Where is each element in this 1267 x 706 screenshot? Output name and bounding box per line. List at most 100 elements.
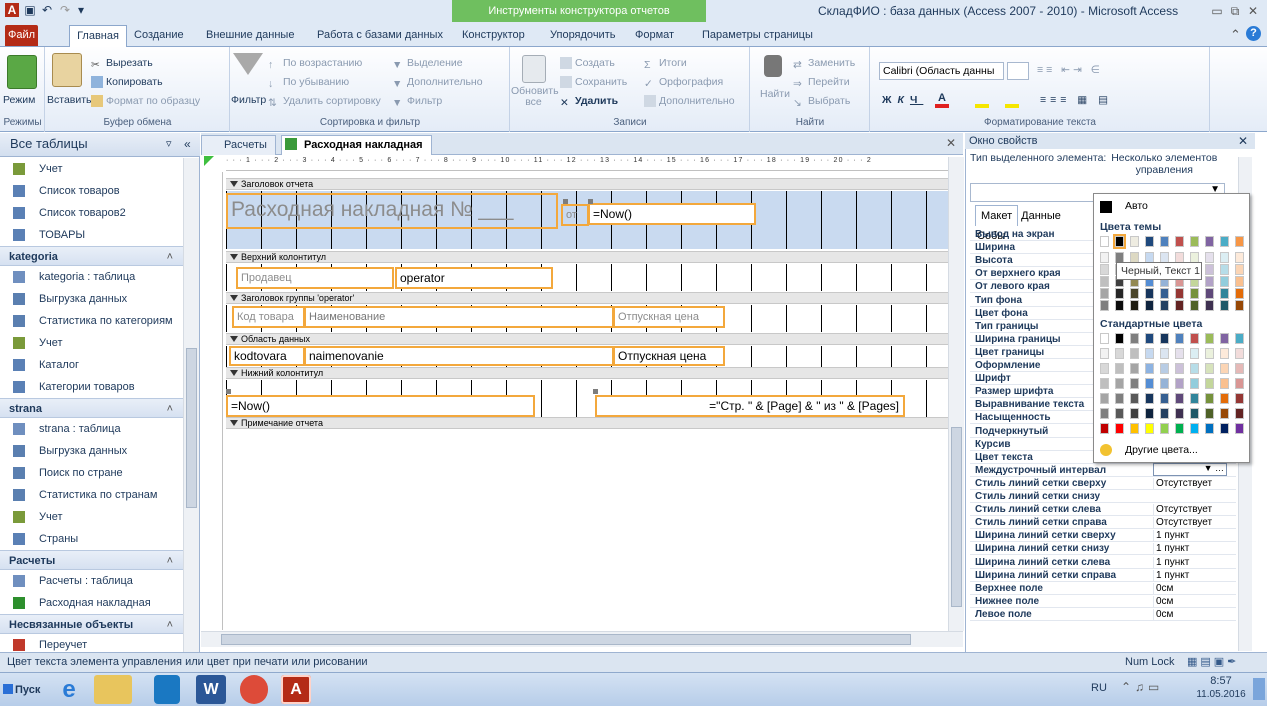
price-field[interactable]: Отпускная цена	[613, 346, 725, 366]
theme-shade-swatch[interactable]	[1130, 300, 1139, 311]
show-desktop-button[interactable]	[1253, 678, 1265, 700]
code-label[interactable]: Код товара	[232, 306, 305, 328]
standard-color-swatch[interactable]	[1235, 363, 1244, 374]
nav-item[interactable]: Учет	[0, 506, 183, 528]
standard-color-swatch[interactable]	[1130, 333, 1139, 344]
standard-color-swatch[interactable]	[1205, 423, 1214, 434]
now-field[interactable]: =Now()	[588, 203, 756, 225]
property-sheet-close-icon[interactable]: ✕	[1238, 133, 1248, 149]
standard-color-swatch[interactable]	[1220, 423, 1229, 434]
standard-color-swatch[interactable]	[1220, 378, 1229, 389]
property-value[interactable]: Отсутствует	[1153, 517, 1236, 530]
view-icon[interactable]	[7, 55, 37, 89]
standard-color-swatch[interactable]	[1130, 393, 1139, 404]
theme-shade-swatch[interactable]	[1220, 300, 1229, 311]
standard-color-swatch[interactable]	[1100, 348, 1109, 359]
nav-group-header[interactable]: kategoria ˄	[0, 246, 183, 266]
help-icon[interactable]: ?	[1246, 26, 1261, 41]
standard-color-swatch[interactable]	[1115, 363, 1124, 374]
selection-button[interactable]: ▼ Выделение	[392, 55, 463, 71]
property-row[interactable]: Стиль линий сетки сверху Отсутствует	[970, 477, 1236, 490]
standard-color-swatch[interactable]	[1160, 393, 1169, 404]
standard-color-swatch[interactable]	[1175, 393, 1184, 404]
select-button[interactable]: ↘ Выбрать	[793, 93, 850, 109]
find-button[interactable]: Найти	[760, 86, 790, 102]
font-size-select[interactable]	[1007, 62, 1029, 80]
standard-color-swatch[interactable]	[1235, 378, 1244, 389]
standard-color-swatch[interactable]	[1190, 363, 1199, 374]
auto-color-label[interactable]: Авто	[1125, 200, 1148, 212]
start-button[interactable]: Пуск	[3, 679, 43, 701]
copy-button[interactable]: Копировать	[91, 74, 163, 90]
standard-color-swatch[interactable]	[1130, 363, 1139, 374]
nav-item[interactable]: kategoria : таблица	[0, 266, 183, 288]
standard-color-swatch[interactable]	[1175, 333, 1184, 344]
doc-tab-raskhodnaya[interactable]: Расходная накладная	[281, 135, 432, 155]
standard-color-swatch[interactable]	[1220, 363, 1229, 374]
goto-button[interactable]: ⇒ Перейти	[793, 74, 850, 90]
standard-color-swatch[interactable]	[1100, 378, 1109, 389]
prop-tab-layout[interactable]: Макет	[975, 205, 1019, 226]
font-color-icon[interactable]: A	[935, 92, 949, 108]
standard-color-swatch[interactable]	[1160, 363, 1169, 374]
theme-shade-swatch[interactable]	[1235, 252, 1244, 263]
save-icon[interactable]: ▣	[23, 3, 37, 17]
theme-shade-swatch[interactable]	[1160, 300, 1169, 311]
tab-format[interactable]: Формат	[627, 25, 682, 47]
nav-collapse-icon[interactable]: «	[184, 133, 191, 155]
standard-color-swatch[interactable]	[1205, 408, 1214, 419]
theme-color-swatch[interactable]	[1145, 236, 1154, 247]
close-icon[interactable]: ✕	[1244, 2, 1262, 20]
standard-color-swatch[interactable]	[1220, 393, 1229, 404]
standard-color-swatch[interactable]	[1145, 393, 1154, 404]
property-value[interactable]: Отсутствует	[1153, 504, 1236, 517]
nav-item[interactable]: Статистика по странам	[0, 484, 183, 506]
theme-shade-swatch[interactable]	[1145, 288, 1154, 299]
seller-label[interactable]: Продавец	[236, 267, 394, 289]
standard-color-swatch[interactable]	[1130, 408, 1139, 419]
spelling-button[interactable]: ✓ Орфография	[644, 74, 723, 90]
theme-color-swatch[interactable]	[1190, 236, 1199, 247]
code-field[interactable]: kodtovara	[229, 346, 305, 366]
theme-color-swatch[interactable]	[1235, 236, 1244, 247]
theme-shade-swatch[interactable]	[1175, 300, 1184, 311]
paste-button[interactable]: Вставить	[47, 92, 92, 108]
font-name-select[interactable]: Calibri (Область данны	[879, 62, 1004, 80]
horizontal-ruler[interactable]: · · · 1 · · · 2 · · · 3 · · · 4 · · · 5 …	[226, 157, 948, 171]
standard-color-swatch[interactable]	[1160, 348, 1169, 359]
binoculars-icon[interactable]	[764, 55, 782, 77]
property-value[interactable]: Отсутствует	[1153, 477, 1236, 490]
theme-shade-swatch[interactable]	[1175, 288, 1184, 299]
nav-item[interactable]: strana : таблица	[0, 418, 183, 440]
maximize-icon[interactable]: ⧉	[1226, 2, 1244, 20]
clock-time[interactable]: 8:57	[1199, 675, 1243, 687]
standard-color-swatch[interactable]	[1145, 333, 1154, 344]
property-value[interactable]: 0см	[1153, 595, 1236, 608]
pages-field[interactable]: ="Стр. " & [Page] & " из " & [Pages]	[595, 395, 905, 417]
theme-color-swatch[interactable]	[1130, 236, 1139, 247]
qat-dropdown-icon[interactable]: ▾	[74, 3, 88, 17]
standard-color-swatch[interactable]	[1115, 333, 1124, 344]
new-record-button[interactable]: Создать	[560, 55, 615, 71]
theme-shade-swatch[interactable]	[1115, 288, 1124, 299]
nav-item[interactable]: Каталог	[0, 354, 183, 376]
theme-color-swatch[interactable]	[1220, 236, 1229, 247]
standard-color-swatch[interactable]	[1100, 408, 1109, 419]
standard-color-swatch[interactable]	[1160, 333, 1169, 344]
theme-shade-swatch[interactable]	[1160, 288, 1169, 299]
standard-color-swatch[interactable]	[1175, 363, 1184, 374]
section-report-header[interactable]: Заголовок отчета	[226, 178, 948, 190]
nav-item[interactable]: Страны	[0, 528, 183, 550]
vertical-ruler[interactable]	[206, 172, 223, 630]
standard-color-swatch[interactable]	[1100, 333, 1109, 344]
prop-tab-data[interactable]: Данные	[1018, 206, 1064, 226]
name-field[interactable]: naimenovanie	[304, 346, 614, 366]
standard-color-swatch[interactable]	[1235, 393, 1244, 404]
standard-color-swatch[interactable]	[1205, 348, 1214, 359]
standard-color-swatch[interactable]	[1100, 423, 1109, 434]
property-value[interactable]: 0см	[1153, 582, 1236, 595]
tab-arrange[interactable]: Упорядочить	[542, 25, 623, 47]
design-hscroll-thumb[interactable]	[221, 634, 911, 645]
theme-color-swatch[interactable]	[1100, 236, 1109, 247]
footer-now-field[interactable]: =Now()	[226, 395, 535, 417]
